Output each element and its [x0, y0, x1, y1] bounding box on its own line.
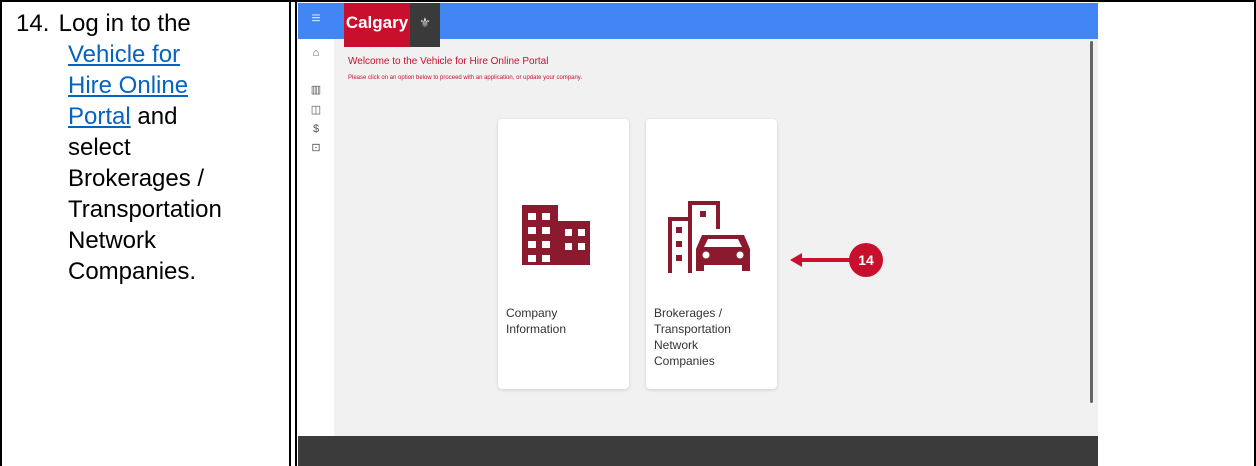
card-label-line: Company: [506, 306, 558, 320]
card-label-line: Information: [506, 322, 567, 336]
calgary-logo[interactable]: Calgary: [344, 3, 410, 47]
brokerages-tnc-card[interactable]: Brokerages / Transportation Network Comp…: [646, 119, 777, 389]
portal-screenshot: ≡ Calgary ⚜ ⌂ ▥ ◫ $ ⊡ Welcome to the Veh…: [298, 3, 1098, 466]
card-label-line: Companies: [654, 354, 715, 368]
step-line: Network: [68, 227, 157, 254]
card-label: Brokerages / Transportation Network Comp…: [654, 305, 731, 369]
scrollbar-thumb[interactable]: [1090, 41, 1093, 403]
portal-link-line-3[interactable]: Portal: [68, 103, 131, 130]
step-line: Transportation: [68, 196, 222, 223]
lock-icon[interactable]: ⊡: [298, 141, 334, 154]
taxi-icon[interactable]: ◫: [298, 103, 334, 116]
building-icon[interactable]: ▥: [298, 83, 334, 96]
building-icon: [522, 205, 590, 265]
menu-icon[interactable]: ≡: [298, 3, 334, 39]
step-line: Companies.: [68, 258, 197, 285]
card-label-line: Transportation: [654, 322, 731, 336]
portal-sidebar: ⌂ ▥ ◫ $ ⊡: [298, 39, 334, 439]
city-car-icon: [668, 201, 750, 273]
welcome-title: Welcome to the Vehicle for Hire Online P…: [348, 56, 549, 67]
after-link-text: and: [130, 103, 178, 130]
portal-footer: [298, 436, 1098, 466]
step-line: select: [68, 134, 131, 161]
crest-icon: ⚜: [410, 3, 440, 47]
portal-link-line-1[interactable]: Vehicle for: [68, 41, 180, 68]
arrow-shaft: [800, 258, 850, 262]
card-label-line: Network: [654, 338, 699, 352]
callout-pointer: 14: [790, 243, 883, 277]
home-icon[interactable]: ⌂: [298, 47, 334, 59]
step-instruction: 14. Log in to the Vehicle for Hire Onlin…: [16, 8, 286, 287]
table-divider: [295, 0, 297, 466]
card-label-line: Brokerages /: [654, 306, 723, 320]
portal-link-line-2[interactable]: Hire Online: [68, 72, 188, 99]
company-information-card[interactable]: Company Information: [498, 119, 629, 389]
step-number: 14.: [16, 10, 50, 37]
callout-number: 14: [858, 252, 874, 268]
instructions-text: Please click on an option below to proce…: [348, 75, 583, 81]
table-divider: [289, 0, 291, 466]
card-label: Company Information: [506, 305, 566, 337]
dollar-icon[interactable]: $: [298, 123, 334, 135]
step-line: Log in to the: [58, 10, 191, 37]
step-line: Brokerages /: [68, 165, 205, 192]
